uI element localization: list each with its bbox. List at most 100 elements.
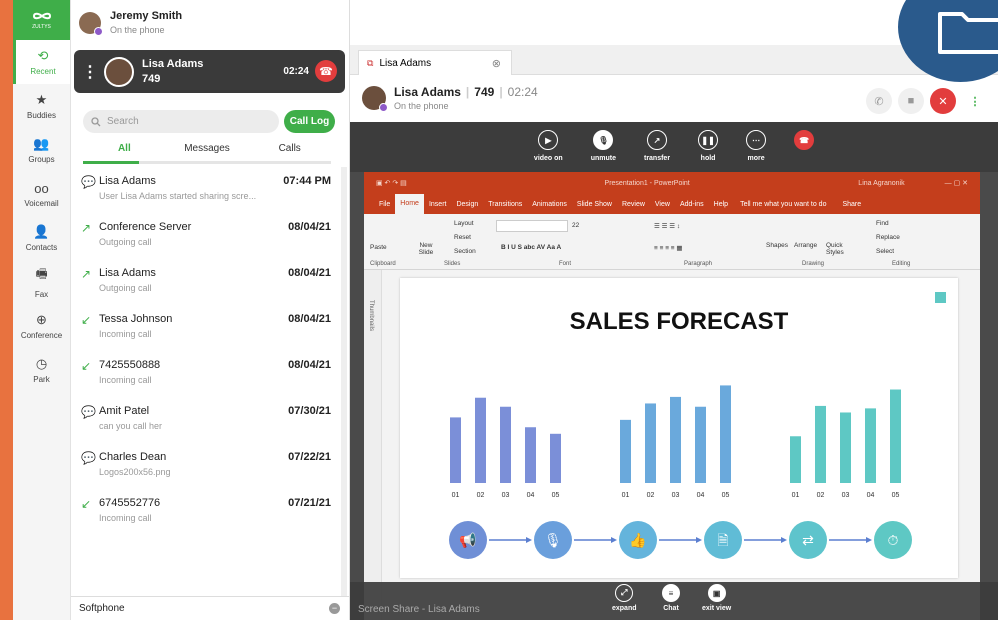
rail-item-park[interactable]: ◷ Park (13, 348, 70, 392)
list-item[interactable]: ↙ 7425550888 08/04/21 Incoming call (71, 351, 341, 397)
tick-label: 03 (672, 492, 680, 499)
tick-label: 02 (817, 492, 825, 499)
bar (450, 417, 461, 483)
rail-item-groups[interactable]: 👥 Groups (13, 128, 70, 172)
video-on-button[interactable]: ▶ video on (534, 130, 563, 172)
list-item[interactable]: 💬 Lisa Adams 07:44 PM User Lisa Adams start… (71, 167, 341, 213)
rail-item-buddies[interactable]: ★ Buddies (13, 84, 70, 128)
ppt-menu-animations[interactable]: Animations (527, 201, 572, 208)
rail-item-contacts[interactable]: 👤 Contacts (13, 216, 70, 260)
exit-view-button[interactable]: ▣ exit view (702, 584, 731, 612)
paragraph-icons: ☰ ☰ ☰ ↕ (654, 223, 681, 230)
screen-share-stage: ▣ ↶ ↷ ▤ Presentation1 - PowerPoint Lina … (350, 172, 998, 620)
screen-share-label: Screen Share - Lisa Adams (358, 604, 480, 615)
phone-icon: ✆ (874, 95, 884, 108)
item-subtitle: can you call her (99, 421, 163, 431)
tab-calls[interactable]: Calls (248, 143, 331, 154)
minus-icon[interactable]: − (329, 603, 340, 614)
more-options-button[interactable]: ⋮ (962, 88, 988, 114)
tab-all[interactable]: All (83, 143, 166, 154)
item-date: 07/21/21 (288, 497, 331, 509)
conference-icon: ⊕ (36, 312, 47, 327)
more-vertical-icon[interactable]: ⋮ (82, 62, 98, 82)
tick-label: 01 (622, 492, 630, 499)
ppt-menu-tell-me-what-you-want-to-do[interactable]: Tell me what you want to do (735, 201, 831, 208)
tick-label: 04 (697, 492, 705, 499)
rail-item-voicemail[interactable]: oo Voicemail (13, 172, 70, 216)
search-input[interactable]: Search (83, 110, 279, 133)
thumbnail-pane[interactable]: Thumbnails (364, 270, 382, 620)
item-date: 08/04/21 (288, 267, 331, 279)
tick-label: 01 (792, 492, 800, 499)
call-controls: ▶ video on 🎙 unmute ↗ transfer ❚❚ hold ⋯ more… (350, 122, 998, 172)
ppt-menu-view[interactable]: View (650, 201, 675, 208)
rail-item-recent[interactable]: ⟲ Recent (13, 40, 70, 84)
tick-label: 02 (647, 492, 655, 499)
bar (670, 396, 681, 483)
ppt-menu-transitions[interactable]: Transitions (483, 201, 527, 208)
zultys-logo: ZULTYS (13, 0, 70, 40)
tab-messages[interactable]: Messages (166, 143, 249, 154)
arrowhead (611, 537, 617, 543)
list-item[interactable]: ↗ Lisa Adams 08/04/21 Outgoing call (71, 259, 341, 305)
tick-label: 05 (722, 492, 730, 499)
arrowhead (866, 537, 872, 543)
list-item[interactable]: 💬 Charles Dean 07/22/21 Logos200x56.png (71, 443, 341, 489)
list-scrollbar[interactable] (341, 167, 347, 597)
ppt-menu-home[interactable]: Home (395, 194, 424, 214)
list-item[interactable]: 💬 Amit Patel 07/30/21 can you call her (71, 397, 341, 443)
outgoing-call-icon: ↗ (81, 221, 92, 235)
hangup-button[interactable]: ☎ (794, 130, 815, 172)
transfer-button[interactable]: ↗ transfer (644, 130, 670, 172)
ppt-menu-slide-show[interactable]: Slide Show (572, 201, 617, 208)
ppt-menu-help[interactable]: Help (709, 201, 733, 208)
item-subtitle: Outgoing call (99, 283, 152, 293)
chat-button[interactable]: ≡ Chat (662, 584, 680, 612)
ppt-menu-share[interactable]: Share (837, 201, 866, 208)
ppt-menu-file[interactable]: File (374, 201, 395, 208)
list-item[interactable]: ↙ 6745552776 07/21/21 Incoming call (71, 489, 341, 535)
tick-label: 03 (842, 492, 850, 499)
video-button[interactable]: ■ (898, 88, 924, 114)
microphone-icon-glyph: 🎙 (544, 532, 562, 548)
bar (500, 406, 511, 483)
rail-label: Buddies (27, 111, 56, 120)
ppt-menu-design[interactable]: Design (451, 201, 483, 208)
rail-item-fax[interactable]: 🖷 Fax (13, 260, 70, 304)
unmute-button[interactable]: 🎙 unmute (591, 130, 616, 172)
close-tab-icon[interactable]: ⊗ (492, 57, 501, 70)
tick-label: 05 (552, 492, 560, 499)
bar (475, 397, 486, 483)
expand-button[interactable]: ⤢ expand (612, 584, 637, 612)
hangup-button[interactable]: ☎ (315, 60, 337, 82)
chat-icon: 💬 (81, 405, 96, 419)
tab-lisa-adams[interactable]: ⧉ Lisa Adams ⊗ (358, 50, 512, 75)
more-button[interactable]: ⋯ more (746, 130, 767, 172)
ppt-menu-add-ins[interactable]: Add-ins (675, 201, 709, 208)
list-item[interactable]: ↙ Tessa Johnson 08/04/21 Incoming call (71, 305, 341, 351)
align-icons: ≡ ≡ ≡ ≡ ▦ (654, 245, 683, 252)
incoming-call-icon: ↙ (81, 497, 92, 511)
ppt-menu-insert[interactable]: Insert (424, 201, 452, 208)
end-share-button[interactable]: ✕ (930, 88, 956, 114)
phone-button[interactable]: ✆ (866, 88, 892, 114)
left-panel: Jeremy Smith On the phone ⋮ Lisa Adams 7… (71, 0, 350, 620)
video-icon: ▶ (538, 130, 559, 150)
rail-item-conference[interactable]: ⊕ Conference (13, 304, 70, 348)
call-view: ⧉ Lisa Adams ⊗ Lisa Adams | 749 | 02:24 On t… (350, 0, 998, 620)
ppt-quick-access: ▣ ↶ ↷ ▤ (376, 180, 407, 187)
chat-icon: 💬 (81, 175, 96, 189)
active-call-card[interactable]: ⋮ Lisa Adams 749 02:24 ☎ (74, 50, 345, 93)
ppt-menu-review[interactable]: Review (617, 201, 650, 208)
document-icon-glyph: 🗎 (717, 532, 728, 548)
hold-button[interactable]: ❚❚ hold (698, 130, 719, 172)
bar (645, 403, 656, 483)
ellipsis-icon: ⋯ (746, 130, 767, 150)
softphone-bar[interactable]: Softphone − (71, 596, 350, 620)
exchange-icon-glyph: ⇄ (802, 532, 814, 548)
my-profile[interactable]: Jeremy Smith On the phone (71, 0, 349, 45)
tick-label: 04 (527, 492, 535, 499)
rail-label: Conference (20, 331, 63, 340)
list-item[interactable]: ↗ Conference Server 08/04/21 Outgoing call (71, 213, 341, 259)
call-log-button[interactable]: Call Log (284, 110, 335, 133)
